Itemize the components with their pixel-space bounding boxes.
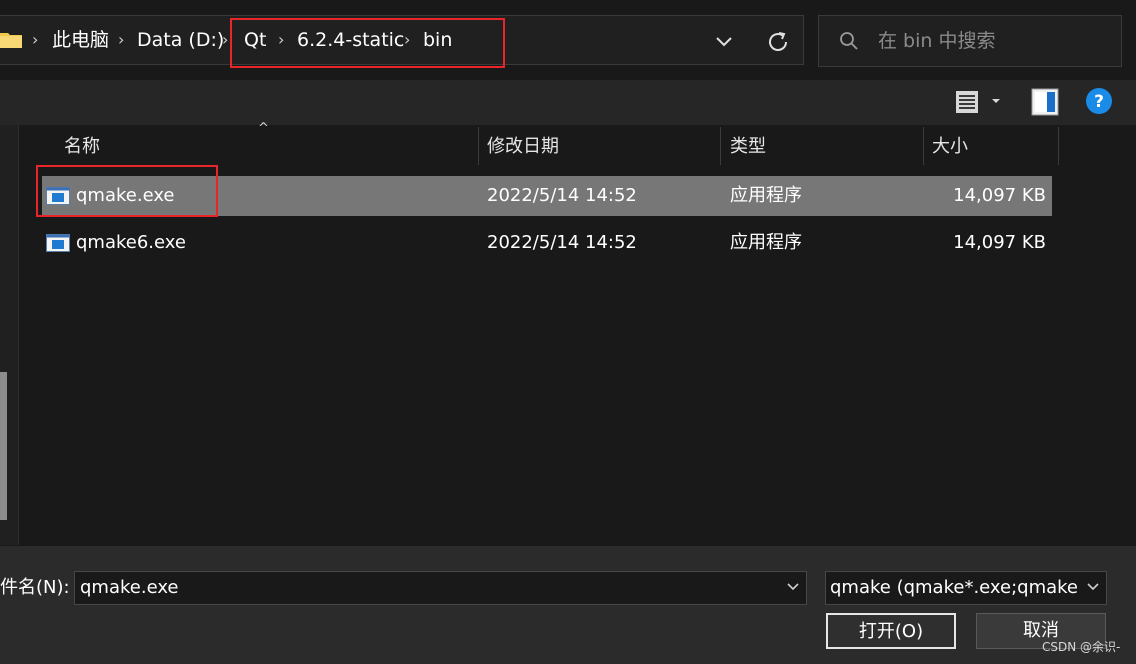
file-type-filter-value: qmake (qmake*.exe;qmake*.bat) <box>830 577 1078 598</box>
column-header-type[interactable]: 类型 <box>730 136 766 158</box>
column-divider[interactable] <box>1058 127 1059 165</box>
file-type: 应用程序 <box>730 185 802 206</box>
open-button[interactable]: 打开(O) <box>826 613 956 649</box>
search-placeholder: 在 bin 中搜索 <box>878 30 996 52</box>
svg-text:?: ? <box>1094 92 1104 112</box>
column-divider[interactable] <box>923 127 924 165</box>
file-size: 14,097 KB <box>953 232 1046 253</box>
file-highlight-box <box>36 165 218 217</box>
column-header-name[interactable]: 名称 <box>64 136 100 158</box>
search-icon <box>840 32 858 50</box>
navigation-scrollbar[interactable] <box>0 372 7 520</box>
watermark: CSDN @余识- <box>1042 640 1121 654</box>
file-row[interactable]: qmake6.exe 2022/5/14 14:52 应用程序 14,097 K… <box>42 223 1052 263</box>
column-header-size[interactable]: 大小 <box>932 136 968 158</box>
chevron-down-icon[interactable] <box>712 30 736 52</box>
path-highlight-box <box>230 18 505 68</box>
column-header-modified[interactable]: 修改日期 <box>487 136 559 158</box>
file-type: 应用程序 <box>730 232 802 253</box>
file-modified: 2022/5/14 14:52 <box>487 185 637 206</box>
breadcrumb-item-data-drive[interactable]: Data (D:) <box>137 28 224 52</box>
chevron-down-icon[interactable] <box>784 580 802 594</box>
help-icon[interactable]: ? <box>1085 87 1113 115</box>
file-size: 14,097 KB <box>953 185 1046 206</box>
exe-app-icon <box>46 234 70 252</box>
folder-icon <box>0 33 22 48</box>
file-modified: 2022/5/14 14:52 <box>487 232 637 253</box>
refresh-icon[interactable] <box>762 26 794 58</box>
filename-label: 件名(N): <box>0 577 70 598</box>
breadcrumb-separator: › <box>118 30 125 49</box>
chevron-down-icon[interactable] <box>1084 580 1102 594</box>
filename-value: qmake.exe <box>80 577 179 598</box>
dialog-footer <box>0 546 1136 664</box>
column-divider[interactable] <box>478 127 479 165</box>
sort-ascending-icon: ^ <box>258 121 269 136</box>
filename-field[interactable] <box>74 571 807 605</box>
breadcrumb-item-this-pc[interactable]: 此电脑 <box>52 28 109 52</box>
preview-pane-icon[interactable] <box>1030 87 1060 117</box>
column-divider[interactable] <box>720 127 721 165</box>
file-name: qmake6.exe <box>76 232 186 253</box>
view-menu-icon[interactable] <box>952 88 1006 116</box>
breadcrumb-separator: › <box>32 30 39 49</box>
breadcrumb-separator: › <box>222 30 229 49</box>
